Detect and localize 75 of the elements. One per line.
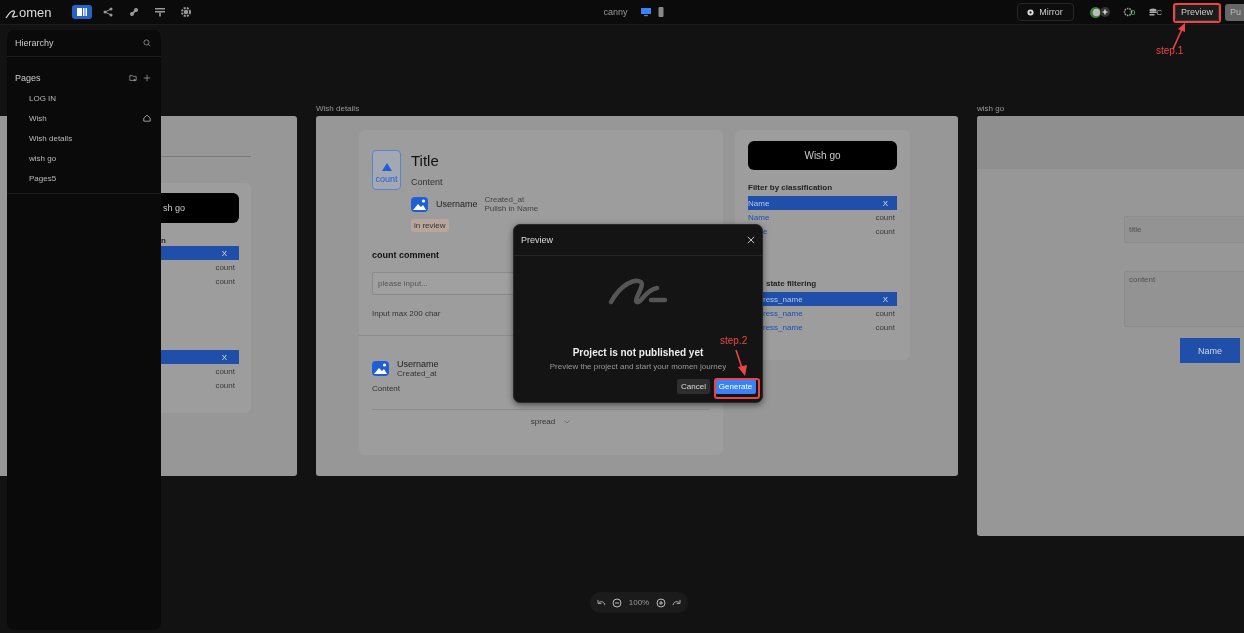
post-content: Content xyxy=(411,177,443,187)
debug-status-button[interactable]: 0 xyxy=(1122,7,1136,17)
artboard-label: wish go xyxy=(977,104,1005,113)
redo-icon[interactable] xyxy=(671,599,681,606)
section-title: Pages xyxy=(15,73,41,83)
artboard-label: Wish details xyxy=(316,104,360,113)
step-label: step.2 xyxy=(720,335,748,346)
image-avatar-icon xyxy=(372,361,389,376)
pages-tool-button[interactable] xyxy=(72,5,92,19)
username: Username xyxy=(436,199,478,209)
page-item[interactable]: Wish details xyxy=(7,128,161,148)
momen-logo: omen xyxy=(5,5,61,19)
search-icon[interactable] xyxy=(143,39,151,47)
plug-icon xyxy=(128,6,140,18)
wish-go-button[interactable]: sh go xyxy=(161,193,239,223)
zoom-out-icon[interactable] xyxy=(612,597,623,608)
filter-heading: Filter by classification xyxy=(748,183,834,193)
wish-go-button[interactable]: Wish go xyxy=(748,141,897,170)
project-name: canny xyxy=(603,7,628,17)
filter-option[interactable]: Name X xyxy=(748,196,897,210)
folder-add-icon[interactable] xyxy=(129,74,137,82)
filter-option[interactable]: count xyxy=(161,364,239,378)
share-icon xyxy=(102,6,114,18)
filter-option[interactable]: X xyxy=(161,350,239,364)
publisher-name: Pulish in Name xyxy=(484,204,539,213)
zoom-level: 100% xyxy=(628,598,650,607)
upvote-icon xyxy=(381,163,392,171)
settings-icon xyxy=(180,6,192,18)
data-status-button[interactable]: C xyxy=(1148,7,1162,17)
image-avatar-icon xyxy=(411,196,428,212)
filter-option[interactable]: Name count xyxy=(748,210,897,224)
home-icon xyxy=(143,114,151,122)
record-icon xyxy=(1027,8,1035,16)
highlight-frame xyxy=(714,378,760,399)
add-icon[interactable] xyxy=(143,74,151,82)
publish-button[interactable]: Pu xyxy=(1225,3,1244,21)
filter-heading: state filtering xyxy=(765,279,818,289)
comment-heading: count comment xyxy=(372,250,439,260)
cog-icon xyxy=(1122,7,1133,17)
comment-hint: Input max 200 char xyxy=(372,309,441,318)
page-item[interactable]: wish go xyxy=(7,148,161,168)
page-item[interactable]: LOG IN xyxy=(7,88,161,108)
created-date: Created_at xyxy=(397,369,438,378)
filter-option[interactable]: count xyxy=(161,274,239,288)
undo-icon[interactable] xyxy=(597,599,607,606)
name-button[interactable]: Name xyxy=(1180,338,1240,363)
expand-button[interactable]: spread xyxy=(510,417,571,426)
filter-option[interactable]: count xyxy=(161,260,239,274)
filter-option[interactable]: count xyxy=(161,378,239,392)
filter-heading: n xyxy=(161,236,167,246)
avatar-icon xyxy=(1089,6,1101,18)
chevron-down-icon xyxy=(564,419,571,424)
page-item[interactable]: Pages5 xyxy=(7,168,161,188)
step-label: step.1 xyxy=(1156,45,1184,56)
page-item[interactable]: Wish xyxy=(7,108,161,128)
comment-text: Content xyxy=(372,384,401,393)
post-title: Title xyxy=(411,152,439,169)
zoom-in-icon[interactable] xyxy=(655,597,666,608)
layout-icon xyxy=(154,6,166,18)
desktop-device-icon[interactable] xyxy=(639,6,652,18)
created-date: Created_at xyxy=(484,195,526,204)
dialog-heading: Project is not published yet xyxy=(572,347,704,358)
annotation-arrow xyxy=(733,349,749,377)
add-member-icon[interactable] xyxy=(1099,7,1110,17)
cancel-button[interactable]: Cancel xyxy=(677,379,710,394)
dialog-message: Preview the project and start your momen journey xyxy=(549,362,727,371)
username: Username xyxy=(397,359,439,369)
close-icon[interactable] xyxy=(747,236,755,244)
filter-option[interactable]: X xyxy=(161,246,239,260)
pages-icon xyxy=(76,6,88,18)
dialog-title: Preview xyxy=(521,235,553,245)
highlight-frame xyxy=(1173,3,1221,23)
mirror-button[interactable]: Mirror xyxy=(1017,3,1074,21)
panel-title: Hierarchy xyxy=(15,38,54,48)
status-badge: in review xyxy=(411,219,449,232)
